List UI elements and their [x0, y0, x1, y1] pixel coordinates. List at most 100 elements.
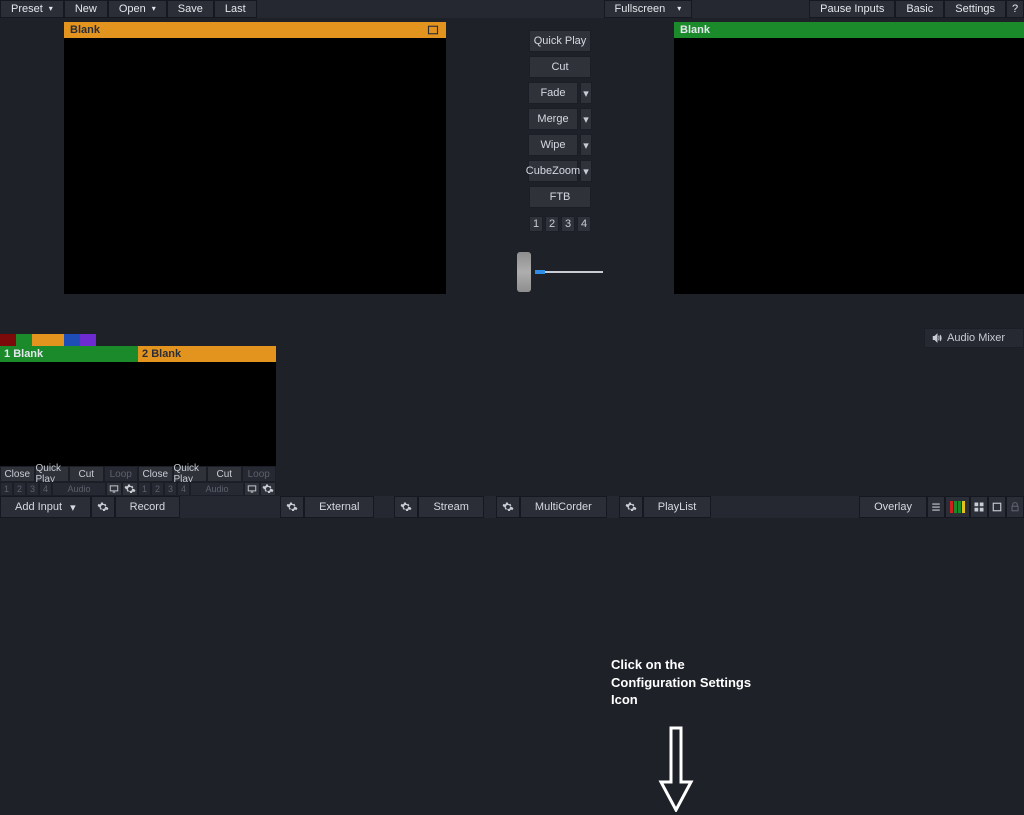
popout-icon[interactable]: [988, 496, 1006, 518]
input-1-close[interactable]: Close: [0, 466, 35, 482]
input-2-cut[interactable]: Cut: [207, 466, 242, 482]
audio-mixer-label: Audio Mixer: [947, 332, 1005, 344]
preview-video[interactable]: [64, 38, 446, 294]
fullscreen-button[interactable]: Fullscreen▾: [604, 0, 693, 18]
wipe-button[interactable]: Wipe: [528, 134, 578, 156]
add-input-button[interactable]: Add Input ▾: [0, 496, 91, 518]
input-1-loop[interactable]: Loop: [104, 466, 139, 482]
fade-button[interactable]: Fade: [528, 82, 578, 104]
external-button[interactable]: External: [304, 496, 374, 518]
chevron-down-icon: ▾: [70, 501, 76, 514]
input-2-preview[interactable]: [138, 362, 276, 466]
monitor-icon[interactable]: [244, 482, 260, 496]
overlay-button[interactable]: Overlay: [859, 496, 927, 518]
program-video[interactable]: [674, 38, 1024, 294]
settings-button[interactable]: Settings: [944, 0, 1006, 18]
transition-column: Quick Play Cut Fade▾ Merge▾ Wipe▾ CubeZo…: [450, 22, 670, 326]
input-2-title-bar[interactable]: 2 Blank: [138, 346, 276, 362]
cubezoom-button[interactable]: CubeZoom: [528, 160, 578, 182]
input-1-ov1[interactable]: 1: [0, 482, 13, 496]
input-1-ov4[interactable]: 4: [39, 482, 52, 496]
swatch-orange[interactable]: [32, 334, 48, 346]
input-2-loop[interactable]: Loop: [242, 466, 277, 482]
input-2-ov3[interactable]: 3: [164, 482, 177, 496]
merge-button[interactable]: Merge: [528, 108, 578, 130]
t-bar[interactable]: [517, 252, 603, 292]
program-title: Blank: [680, 22, 710, 38]
input-2-audio[interactable]: Audio: [190, 482, 244, 496]
record-button[interactable]: Record: [115, 496, 180, 518]
input-1-ov2[interactable]: 2: [13, 482, 26, 496]
input-2-title: Blank: [151, 346, 181, 362]
ftb-button[interactable]: FTB: [529, 186, 591, 208]
program-title-bar: Blank: [674, 22, 1024, 38]
add-input-label: Add Input: [15, 501, 62, 513]
stream-button[interactable]: Stream: [418, 496, 483, 518]
open-label: Open: [119, 0, 146, 18]
program-panel: Blank: [670, 22, 1024, 326]
swatch-green[interactable]: [16, 334, 32, 346]
input-1: 1 Blank Close Quick Play Cut Loop 1 2 3 …: [0, 346, 138, 496]
input-1-preview[interactable]: [0, 362, 138, 466]
overlay-4[interactable]: 4: [577, 216, 591, 232]
strip-rest: Audio Mixer Click on the Configuration S…: [276, 326, 1024, 476]
vu-meter: [945, 496, 970, 518]
cut-button[interactable]: Cut: [529, 56, 591, 78]
input-1-title-bar[interactable]: 1 Blank: [0, 346, 138, 362]
last-button[interactable]: Last: [214, 0, 257, 18]
input-2-close[interactable]: Close: [138, 466, 173, 482]
multicorder-button[interactable]: MultiCorder: [520, 496, 607, 518]
gear-icon[interactable]: [122, 482, 138, 496]
preset-button[interactable]: Preset▾: [0, 0, 64, 18]
monitor-icon[interactable]: [106, 482, 122, 496]
multicorder-settings[interactable]: [496, 496, 520, 518]
input-2-ov4[interactable]: 4: [177, 482, 190, 496]
swatch-purple[interactable]: [80, 334, 96, 346]
quick-play-button[interactable]: Quick Play: [529, 30, 591, 52]
swatch-red[interactable]: [0, 334, 16, 346]
input-2-quickplay[interactable]: Quick Play: [173, 466, 208, 482]
input-2-ov1[interactable]: 1: [138, 482, 151, 496]
input-2-ov2[interactable]: 2: [151, 482, 164, 496]
gear-icon[interactable]: [260, 482, 276, 496]
stream-settings[interactable]: [394, 496, 418, 518]
playlist-settings[interactable]: [619, 496, 643, 518]
input-1-title: Blank: [13, 346, 43, 362]
input-1-quickplay[interactable]: Quick Play: [35, 466, 70, 482]
basic-button[interactable]: Basic: [895, 0, 944, 18]
input-1-cut[interactable]: Cut: [69, 466, 104, 482]
list-view-icon[interactable]: [927, 496, 945, 518]
overlay-3[interactable]: 3: [561, 216, 575, 232]
overlay-1[interactable]: 1: [529, 216, 543, 232]
category-swatches: [0, 334, 276, 346]
preview-title-bar: Blank: [64, 22, 446, 38]
swatch-orange2[interactable]: [48, 334, 64, 346]
fullscreen-label: Fullscreen: [615, 0, 666, 18]
add-input-settings[interactable]: [91, 496, 115, 518]
wipe-options[interactable]: ▾: [580, 134, 592, 156]
preview-title: Blank: [70, 22, 100, 38]
input-1-audio[interactable]: Audio: [52, 482, 106, 496]
save-button[interactable]: Save: [167, 0, 214, 18]
swatch-blue[interactable]: [64, 334, 80, 346]
window-icon[interactable]: [426, 23, 440, 37]
audio-mixer-button[interactable]: Audio Mixer: [924, 328, 1024, 348]
chevron-down-icon: ▾: [152, 0, 156, 18]
t-bar-handle[interactable]: [517, 252, 531, 292]
help-button[interactable]: ?: [1006, 0, 1024, 18]
open-button[interactable]: Open ▾: [108, 0, 167, 18]
playlist-button[interactable]: PlayList: [643, 496, 712, 518]
inputs-grid: 1 Blank Close Quick Play Cut Loop 1 2 3 …: [0, 346, 276, 496]
top-menu-left: Preset▾ New Open ▾ Save Last: [0, 0, 257, 18]
pause-inputs-button[interactable]: Pause Inputs: [809, 0, 895, 18]
record-settings[interactable]: [280, 496, 304, 518]
fade-options[interactable]: ▾: [580, 82, 592, 104]
new-button[interactable]: New: [64, 0, 108, 18]
merge-options[interactable]: ▾: [580, 108, 592, 130]
cubezoom-options[interactable]: ▾: [580, 160, 592, 182]
input-1-ov3[interactable]: 3: [26, 482, 39, 496]
input-2-number: 2: [142, 346, 148, 362]
grid-view-icon[interactable]: [970, 496, 988, 518]
lock-icon[interactable]: [1006, 496, 1024, 518]
overlay-2[interactable]: 2: [545, 216, 559, 232]
